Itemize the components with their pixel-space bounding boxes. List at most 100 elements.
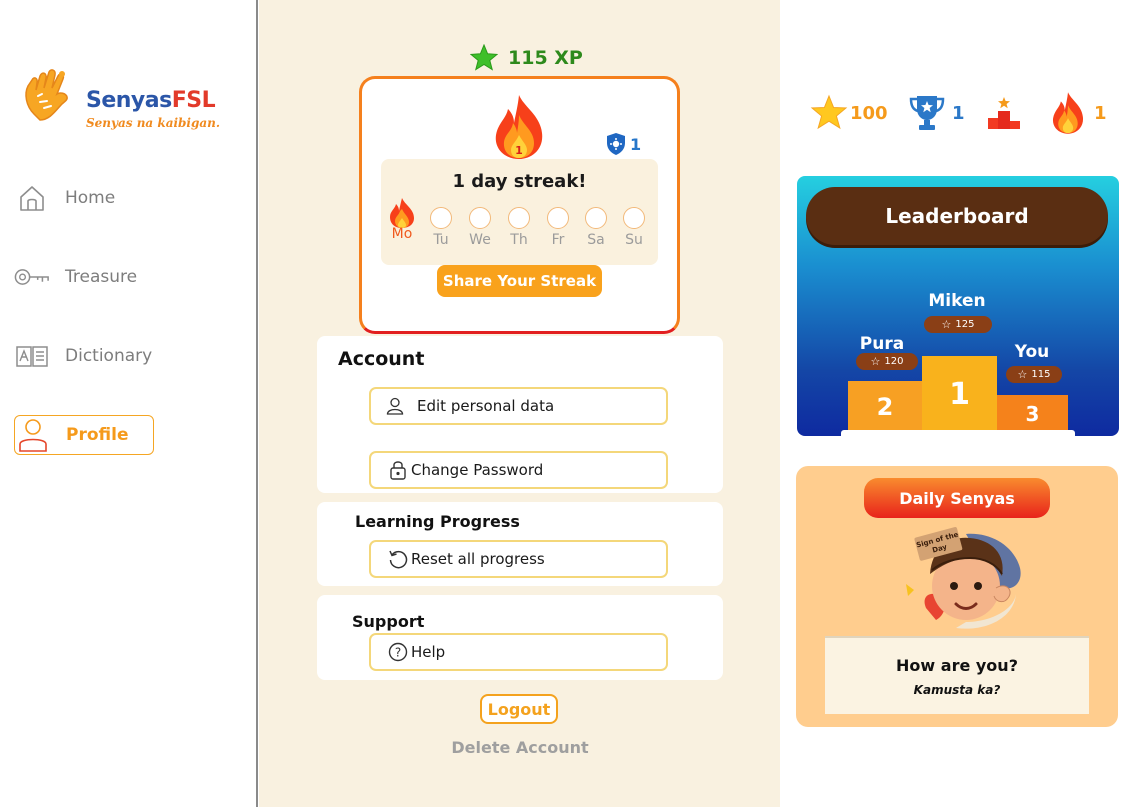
streak-freeze-badge: 1 — [606, 132, 641, 156]
xp-value: 115 XP — [508, 46, 583, 69]
button-label: Edit personal data — [417, 397, 555, 415]
sign-phrase: How are you? — [896, 655, 1018, 675]
daily-senyas-card[interactable]: Daily Senyas Sign of the Day How are you… — [796, 466, 1118, 727]
score-value: 115 — [1031, 369, 1051, 380]
dictionary-icon — [14, 340, 50, 372]
sidebar-item-profile[interactable]: Profile — [14, 415, 154, 455]
flame-icon — [390, 198, 414, 228]
user-icon — [15, 419, 51, 452]
day-sa: Sa — [581, 203, 611, 248]
star-outline-icon: ☆ — [941, 318, 952, 331]
home-icon — [14, 182, 50, 214]
star-outline-icon: ☆ — [870, 355, 881, 368]
section-title: Learning Progress — [355, 512, 520, 531]
weekly-streak-tracker: 1 day streak! Mo Tu We Th Fr Sa Su — [381, 159, 658, 265]
day-label: Mo — [391, 226, 413, 242]
flame-icon: 1 — [495, 95, 543, 159]
day-label: We — [469, 232, 491, 248]
podium-third: 3 — [997, 395, 1068, 432]
day-mo: Mo — [387, 198, 417, 242]
sign-translation: Kamusta ka? — [913, 682, 1001, 697]
stats-bar: 100 1 1 — [810, 92, 1110, 134]
day-circle — [469, 207, 491, 229]
streak-card: 1 1 1 day streak! Mo Tu We Th Fr Sa Su S… — [359, 76, 680, 334]
section-title: Support — [352, 612, 425, 631]
hand-logo-icon — [25, 69, 68, 121]
help-button[interactable]: ? Help — [369, 633, 668, 671]
fire-value: 1 — [1094, 102, 1107, 124]
score-value: 120 — [884, 356, 904, 367]
learning-progress-section: Learning Progress Reset all progress — [317, 502, 723, 586]
reset-progress-button[interactable]: Reset all progress — [369, 540, 668, 578]
podium-icon — [988, 97, 1020, 129]
leaderboard-title: Leaderboard — [806, 187, 1108, 245]
leader-name-third: You — [1014, 342, 1050, 362]
flame-icon — [1052, 92, 1084, 134]
day-tu: Tu — [426, 203, 456, 248]
xp-display: 115 XP — [470, 44, 583, 71]
leaderboard-card[interactable]: Leaderboard Miken ☆ 125 Pura ☆ 120 You ☆ 11… — [797, 176, 1119, 436]
trophies-value: 1 — [952, 102, 965, 124]
day-circle — [508, 207, 530, 229]
svg-text:?: ? — [395, 646, 401, 660]
star-icon — [810, 94, 848, 130]
sidebar-item-treasure[interactable]: Treasure — [14, 257, 154, 297]
trophy-icon — [909, 96, 945, 130]
star-outline-icon: ☆ — [1017, 368, 1028, 381]
help-icon: ? — [387, 642, 409, 662]
app-root: SenyasFSL Senyas na kaibigan. Home Treas… — [0, 0, 1134, 807]
sidebar-item-label: Home — [65, 188, 116, 208]
day-circle — [430, 207, 452, 229]
sidebar-item-label: Profile — [66, 425, 129, 445]
day-circle — [585, 207, 607, 229]
sidebar-item-home[interactable]: Home — [14, 178, 154, 218]
sidebar-item-label: Dictionary — [65, 346, 153, 366]
change-password-button[interactable]: Change Password — [369, 451, 668, 489]
profile-panel: 115 XP 1 1 1 day streak! Mo Tu We Th Fr … — [259, 0, 780, 807]
stars-stat: 100 — [810, 92, 888, 134]
sidebar-item-label: Treasure — [65, 267, 138, 287]
delete-account-link[interactable]: Delete Account — [429, 738, 611, 757]
day-label: Sa — [587, 232, 605, 248]
star-icon — [470, 44, 498, 71]
score-pill: ☆ 125 — [924, 316, 992, 333]
sign-of-the-day-card: How are you? Kamusta ka? — [825, 636, 1089, 714]
account-section: Account Edit personal data Change Passwo… — [317, 336, 723, 493]
section-title: Account — [338, 348, 425, 370]
share-streak-button[interactable]: Share Your Streak — [437, 265, 602, 297]
score-value: 125 — [955, 319, 975, 330]
day-circle — [547, 207, 569, 229]
podium-first: 1 — [922, 356, 997, 432]
leader-name-first: Miken — [928, 291, 986, 311]
support-section: Support ? Help — [317, 595, 723, 680]
svg-text:1: 1 — [515, 144, 523, 157]
day-label: Fr — [551, 232, 565, 248]
score-pill: ☆ 120 — [856, 353, 918, 370]
day-fr: Fr — [543, 203, 573, 248]
fire-stat: 1 — [1048, 92, 1107, 134]
brand-logo[interactable]: SenyasFSL Senyas na kaibigan. — [20, 62, 230, 132]
trophies-stat: 1 — [908, 92, 965, 134]
streak-title: 1 day streak! — [452, 171, 587, 192]
day-th: Th — [504, 203, 534, 248]
score-pill: ☆ 115 — [1006, 366, 1062, 383]
mascot-illustration: Sign of the Day — [906, 527, 1021, 629]
edit-personal-data-button[interactable]: Edit personal data — [369, 387, 668, 425]
leader-name-second: Pura — [859, 334, 905, 354]
lock-icon — [387, 460, 409, 480]
sidebar-item-dictionary[interactable]: Dictionary — [14, 336, 154, 376]
logout-button[interactable]: Logout — [480, 694, 558, 724]
shield-icon — [607, 133, 625, 155]
button-label: Change Password — [411, 461, 544, 479]
brand-name: SenyasFSL — [86, 88, 216, 113]
daily-senyas-title: Daily Senyas — [864, 478, 1050, 518]
stars-value: 100 — [850, 102, 888, 124]
rank-stat — [986, 92, 1022, 134]
user-icon — [381, 397, 409, 415]
sidebar: SenyasFSL Senyas na kaibigan. Home Treas… — [0, 0, 258, 807]
day-circle — [623, 207, 645, 229]
brand-tagline: Senyas na kaibigan. — [86, 116, 221, 130]
day-label: Su — [625, 232, 643, 248]
button-label: Help — [411, 643, 446, 661]
day-su: Su — [619, 203, 649, 248]
